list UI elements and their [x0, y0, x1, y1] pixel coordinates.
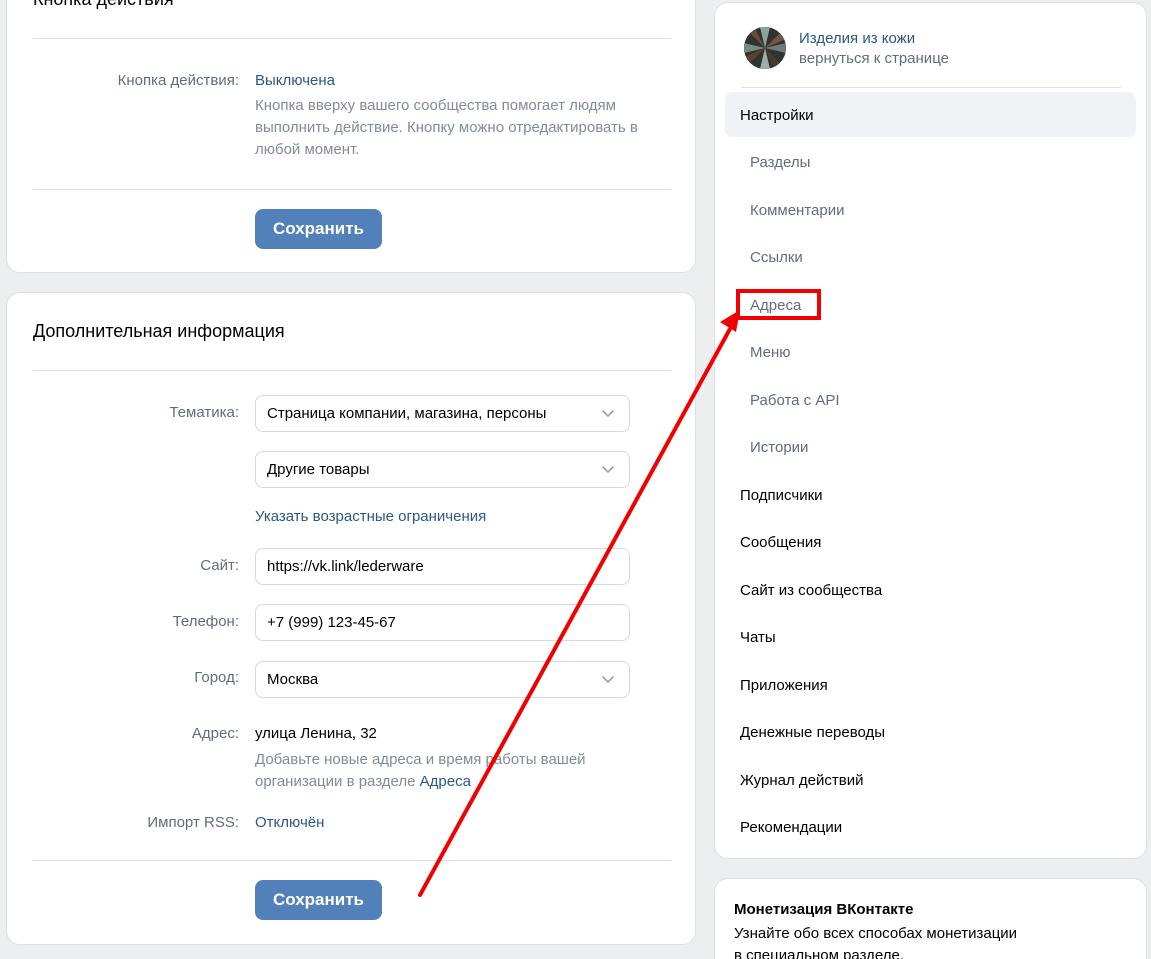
community-avatar[interactable] — [744, 27, 786, 69]
nav-item-sections[interactable]: Разделы — [750, 154, 810, 171]
save-button[interactable]: Сохранить — [255, 209, 382, 249]
addresses-link[interactable]: Адреса — [420, 773, 471, 790]
nav-item-apps[interactable]: Приложения — [740, 677, 828, 694]
nav-item-recommendations[interactable]: Рекомендации — [740, 819, 842, 836]
city-select-value: Москва — [267, 671, 319, 688]
topic-select-value: Страница компании, магазина, персоны — [267, 405, 547, 422]
site-input-value: https://vk.link/lederware — [267, 558, 424, 575]
nav-item-comments[interactable]: Комментарии — [750, 202, 844, 219]
nav-item-messages[interactable]: Сообщения — [740, 534, 821, 551]
nav-item-subscribers[interactable]: Подписчики — [740, 487, 823, 504]
phone-label: Телефон: — [172, 613, 239, 630]
address-label: Адрес: — [191, 725, 239, 742]
hint-line: организации в разделе Адреса — [255, 771, 675, 793]
nav-item-links[interactable]: Ссылки — [750, 249, 803, 266]
nav-item-menu[interactable]: Меню — [750, 344, 791, 361]
monetization-title: Монетизация ВКонтакте — [734, 901, 914, 918]
back-to-page-link[interactable]: вернуться к странице — [799, 50, 949, 67]
action-button-label: Кнопка действия: — [117, 72, 239, 89]
divider — [33, 370, 671, 371]
divider — [33, 189, 671, 190]
chevron-down-icon — [602, 410, 614, 417]
nav-item-money-transfers[interactable]: Денежные переводы — [740, 724, 885, 741]
site-input[interactable]: https://vk.link/lederware — [255, 548, 630, 585]
site-label: Сайт: — [200, 557, 239, 574]
nav-item-settings[interactable]: Настройки — [740, 107, 814, 124]
phone-input[interactable]: +7 (999) 123-45-67 — [255, 604, 630, 641]
hint-line: Кнопка вверху вашего сообщества помогает… — [255, 97, 616, 114]
action-button-hint: Кнопка вверху вашего сообщества помогает… — [255, 95, 675, 161]
monetization-text: Узнайте обо всех способах монетизации в … — [734, 923, 1017, 959]
hint-text: организации в разделе — [255, 773, 420, 790]
rss-state-link[interactable]: Отключён — [255, 814, 324, 831]
topic-label: Тематика: — [169, 404, 239, 421]
additional-info-card: Дополнительная информация Тематика: Стра… — [6, 292, 696, 945]
monetization-text-line: Узнайте обо всех способах монетизации — [734, 925, 1018, 942]
card-heading: Кнопка действия — [33, 0, 174, 10]
address-value: улица Ленина, 32 — [255, 725, 377, 742]
annotation-highlight-box — [736, 289, 821, 320]
topic-select[interactable]: Страница компании, магазина, персоны — [255, 395, 630, 432]
nav-item-api[interactable]: Работа с API — [750, 392, 840, 409]
city-label: Город: — [194, 669, 239, 686]
hint-line: любой момент. — [255, 141, 360, 158]
chevron-down-icon — [602, 466, 614, 473]
divider — [33, 38, 671, 39]
save-button[interactable]: Сохранить — [255, 880, 382, 920]
settings-nav-card: Изделия из кожи вернуться к странице Нас… — [714, 2, 1147, 859]
subtopic-select-value: Другие товары — [267, 461, 370, 478]
divider — [741, 87, 1121, 88]
monetization-text-line: в специальном разделе. — [734, 947, 905, 959]
monetization-card: Монетизация ВКонтакте Узнайте обо всех с… — [714, 878, 1147, 959]
community-avatar-image — [744, 27, 786, 69]
subtopic-select[interactable]: Другие товары — [255, 451, 630, 488]
chevron-down-icon — [602, 676, 614, 683]
nav-item-community-site[interactable]: Сайт из сообщества — [740, 582, 882, 599]
card-heading: Дополнительная информация — [33, 321, 285, 341]
hint-line: Добавьте новые адреса и время работы ваш… — [255, 751, 586, 768]
age-restrictions-link[interactable]: Указать возрастные ограничения — [255, 508, 486, 525]
divider — [33, 860, 671, 861]
nav-item-stories[interactable]: Истории — [750, 439, 808, 456]
rss-label: Импорт RSS: — [147, 814, 239, 831]
action-button-state-link[interactable]: Выключена — [255, 72, 335, 89]
phone-input-value: +7 (999) 123-45-67 — [267, 614, 396, 631]
city-select[interactable]: Москва — [255, 661, 630, 698]
community-name-link[interactable]: Изделия из кожи — [799, 30, 915, 47]
hint-line: выполнить действие. Кнопку можно отредак… — [255, 119, 638, 136]
nav-item-chats[interactable]: Чаты — [740, 629, 776, 646]
action-button-card: Кнопка действия Кнопка действия: Выключе… — [6, 0, 696, 273]
address-hint: Добавьте новые адреса и время работы ваш… — [255, 749, 675, 793]
nav-item-action-log[interactable]: Журнал действий — [740, 772, 863, 789]
